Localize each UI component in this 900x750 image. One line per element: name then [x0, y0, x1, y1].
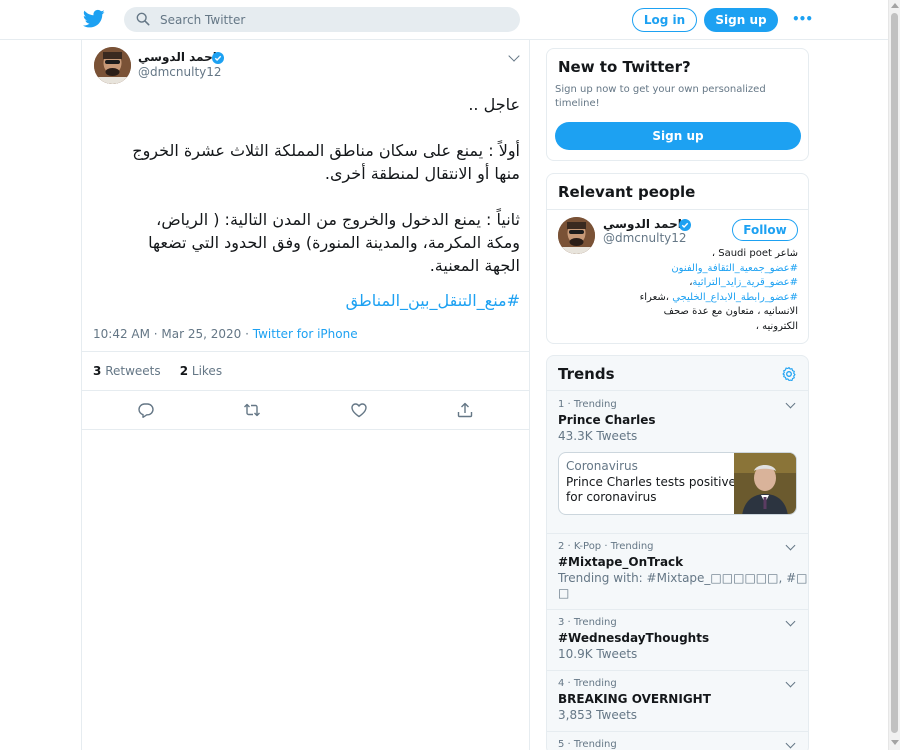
bio-line: الكترونيه ،: [755, 320, 798, 332]
divider: [547, 209, 808, 210]
chevron-down-icon[interactable]: [785, 398, 796, 409]
search-input[interactable]: [160, 7, 500, 32]
tweet-line: الجهة المعنية.: [429, 256, 520, 275]
trend-meta: 2 · K-Pop · Trending: [558, 541, 654, 552]
trend-item[interactable]: 2 · K-Pop · Trending #Mixtape_OnTrack Tr…: [547, 533, 808, 609]
retweet-icon[interactable]: [243, 401, 261, 419]
chevron-down-icon[interactable]: [785, 738, 796, 749]
trend-item[interactable]: 5 · Trending: [547, 731, 808, 750]
trend-meta: 4 · Trending: [558, 678, 617, 689]
tweet-actions: [82, 392, 529, 428]
scroll-down-arrow-icon[interactable]: [891, 740, 899, 745]
bio-line: #عضو_قرية_زايد_التراثية،: [689, 277, 798, 288]
retweet-label[interactable]: Retweets: [105, 364, 160, 378]
tweet-line: أولاً : يمنع على سكان مناطق المملكة الثل…: [132, 141, 520, 160]
like-label[interactable]: Likes: [192, 364, 222, 378]
trend-item[interactable]: 1 · Trending Prince Charles 43.3K Tweets…: [547, 390, 808, 533]
person-name[interactable]: احمد الدوسي: [603, 217, 682, 231]
signup-button[interactable]: Sign up: [704, 8, 778, 32]
trend-name[interactable]: #Mixtape_OnTrack: [558, 555, 683, 569]
chevron-down-icon[interactable]: [785, 616, 796, 627]
tweet-line-spacer: [96, 185, 520, 208]
trend-item[interactable]: 4 · Trending BREAKING OVERNIGHT 3,853 Tw…: [547, 670, 808, 731]
new-to-twitter-card: New to Twitter? Sign up now to get your …: [546, 48, 809, 161]
follow-button[interactable]: Follow: [732, 219, 798, 241]
trend-name[interactable]: #WednesdayThoughts: [558, 631, 709, 645]
scrollbar-thumb[interactable]: [891, 13, 898, 733]
author-handle[interactable]: @dmcnulty12: [138, 65, 222, 79]
card-title: Trends: [558, 365, 615, 383]
card-title: New to Twitter?: [558, 58, 691, 76]
person-handle[interactable]: @dmcnulty12: [603, 231, 687, 245]
card-title: Relevant people: [558, 183, 696, 201]
news-thumbnail-image: [734, 453, 796, 514]
retweet-count[interactable]: 3: [93, 364, 101, 378]
tweet-timestamp: 10:42 AM · Mar 25, 2020 · Twitter for iP…: [93, 327, 358, 341]
tweet-text: عاجل .. أولاً : يمنع على سكان مناطق المم…: [96, 93, 520, 312]
bio-line: شاعر Saudi poet ،: [711, 248, 798, 259]
verified-badge-icon: [212, 52, 224, 64]
reply-icon[interactable]: [137, 401, 155, 419]
author-name[interactable]: احمد الدوسي: [138, 50, 217, 64]
trend-meta: 5 · Trending: [558, 739, 617, 750]
trend-name[interactable]: Prince Charles: [558, 413, 656, 427]
trend-count: 43.3K Tweets: [558, 429, 638, 443]
card-subtitle: Sign up now to get your own personalized…: [555, 84, 766, 109]
news-card[interactable]: Coronavirus Prince Charles tests positiv…: [558, 452, 797, 515]
search-icon: [136, 12, 150, 26]
tweet-column: احمد الدوسي @dmcnulty12 عاجل .. أولاً : …: [81, 40, 530, 750]
trend-name[interactable]: BREAKING OVERNIGHT: [558, 692, 711, 706]
trends-card: Trends 1 · Trending Prince Charles 43.3K…: [546, 355, 809, 750]
top-navigation-bar: Log in Sign up •••: [0, 0, 888, 40]
tweet-line: ومكة المكرمة، والمدينة المنورة) وفق الحد…: [148, 233, 520, 252]
trend-meta: 1 · Trending: [558, 399, 617, 410]
page-scrollbar[interactable]: [888, 0, 900, 750]
verified-badge-icon: [679, 219, 691, 231]
gear-icon[interactable]: [781, 366, 797, 382]
bio-hashtag-link[interactable]: #عضو_رابطة_الابداع_الخليجي: [672, 292, 798, 303]
divider: [82, 351, 529, 352]
news-source: Coronavirus: [566, 459, 638, 473]
tweet-source-link[interactable]: Twitter for iPhone: [253, 327, 358, 341]
bio-hashtag-link[interactable]: #عضو_جمعية_الثقافة_والفنون: [671, 263, 798, 274]
divider: [82, 390, 529, 391]
twitter-bird-icon[interactable]: [83, 9, 105, 29]
tweet-hashtag-link[interactable]: #منع_التنقل_بين_المناطق: [346, 291, 520, 310]
trend-item[interactable]: 3 · Trending #WednesdayThoughts 10.9K Tw…: [547, 609, 808, 670]
tweet-stats: 3 Retweets 2 Likes: [93, 364, 222, 378]
scroll-up-arrow-icon[interactable]: [891, 3, 899, 8]
signup-card-button[interactable]: Sign up: [555, 122, 801, 150]
bio-hashtag-link[interactable]: #عضو_قرية_زايد_التراثية: [692, 277, 798, 288]
author-avatar[interactable]: [94, 47, 131, 84]
bio-line: #عضو_جمعية_الثقافة_والفنون: [555, 262, 798, 277]
tweet-line: عاجل ..: [468, 95, 520, 114]
more-options-icon[interactable]: •••: [792, 13, 813, 25]
bio-line: #عضو_رابطة_الابداع_الخليجي ،شعراء: [639, 291, 798, 303]
relevant-people-card: Relevant people احمد الدوسي @dmcnulty12 …: [546, 173, 809, 344]
chevron-down-icon[interactable]: [785, 540, 796, 551]
chevron-down-icon[interactable]: [508, 50, 520, 62]
tweet-line: منها أو الانتقال لمنطقة أخرى.: [324, 164, 520, 183]
chevron-down-icon[interactable]: [785, 677, 796, 688]
person-bio: شاعر Saudi poet ، #عضو_جمعية_الثقافة_وال…: [555, 247, 798, 334]
divider: [82, 429, 529, 430]
search-bar[interactable]: [124, 7, 520, 32]
news-headline: Prince Charles tests positive for corona…: [566, 475, 736, 504]
trend-count: 10.9K Tweets: [558, 647, 638, 661]
trend-related: □: [558, 586, 570, 600]
trend-meta: 3 · Trending: [558, 617, 617, 628]
tweet-time[interactable]: 10:42 AM · Mar 25, 2020: [93, 327, 241, 341]
trend-related: Trending with: #Mixtape_□□□□□□, #□□□□□: [558, 571, 808, 585]
share-icon[interactable]: [456, 401, 474, 419]
login-button[interactable]: Log in: [632, 8, 697, 32]
like-count[interactable]: 2: [180, 364, 188, 378]
tweet-line-spacer: [96, 116, 520, 139]
tweet-line: ثانياً : يمنع الدخول والخروج من المدن ال…: [156, 210, 520, 229]
like-icon[interactable]: [350, 401, 368, 419]
trend-count: 3,853 Tweets: [558, 708, 638, 722]
bio-line: الانسانيه ، متعاون مع عدة صحف: [663, 306, 798, 317]
meta-separator: ·: [241, 327, 253, 341]
